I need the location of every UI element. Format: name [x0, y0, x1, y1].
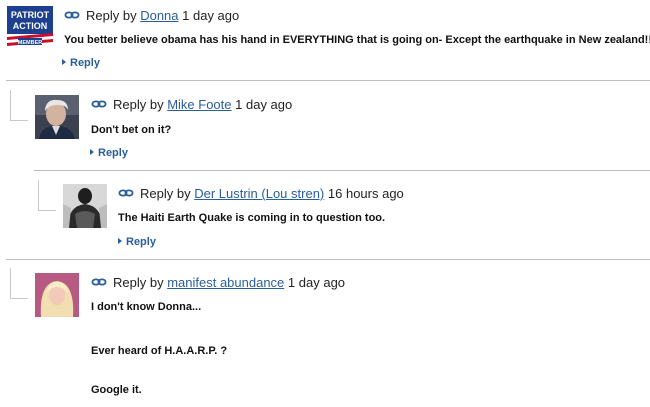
reply-by-label: Reply by [86, 8, 137, 23]
reply-button[interactable]: Reply [62, 57, 100, 69]
svg-text:MEMBER: MEMBER [18, 40, 42, 46]
reply-by-label: Reply by [140, 186, 191, 201]
comment-time: 1 day ago [182, 8, 240, 23]
avatar[interactable] [35, 273, 79, 317]
author-link[interactable]: Mike Foote [167, 97, 231, 112]
chain-link-icon [118, 189, 134, 197]
comment-text: You better believe obama has his hand in… [64, 34, 650, 46]
reply-label: Reply [98, 147, 128, 159]
comment-meta: Reply by Der Lustrin (Lou stren) 16 hour… [118, 186, 404, 201]
thread-tick [10, 298, 28, 299]
user-photo-icon [35, 273, 79, 317]
chain-link-icon [91, 278, 107, 286]
reply-label: Reply [70, 57, 100, 69]
comment-meta: Reply by Donna 1 day ago [64, 8, 239, 23]
reply-button[interactable]: Reply [118, 236, 156, 248]
avatar[interactable]: PATRIOT ACTION MEMBER [7, 6, 53, 48]
comment-time: 16 hours ago [327, 186, 404, 201]
comment-text: I don't know Donna... [91, 301, 202, 313]
comment-text: The Haiti Earth Quake is coming in to qu… [118, 212, 386, 224]
comment-text: Ever heard of H.A.A.R.P. ? [91, 345, 228, 357]
author-link[interactable]: manifest abundance [167, 275, 284, 290]
svg-text:PATRIOT: PATRIOT [11, 10, 50, 20]
comment-divider [34, 170, 650, 171]
thread-line [10, 90, 11, 120]
author-link[interactable]: Donna [140, 8, 178, 23]
triangle-right-icon [90, 149, 94, 155]
svg-text:ACTION: ACTION [13, 21, 48, 31]
author-link[interactable]: Der Lustrin (Lou stren) [194, 186, 324, 201]
chain-link-icon [91, 100, 107, 108]
avatar[interactable] [63, 184, 107, 228]
thread-line [38, 180, 39, 210]
thread-line [10, 268, 11, 298]
comment-time: 1 day ago [235, 97, 293, 112]
avatar[interactable] [35, 95, 79, 139]
user-photo-icon [63, 184, 107, 228]
comment-text: Google it. [91, 384, 142, 396]
comment-divider [6, 259, 650, 260]
thread-tick [38, 210, 56, 211]
comment-meta: Reply by manifest abundance 1 day ago [91, 275, 345, 290]
reply-label: Reply [126, 236, 156, 248]
thread-tick [10, 120, 28, 121]
reply-by-label: Reply by [113, 97, 164, 112]
comment-time: 1 day ago [287, 275, 346, 290]
patriot-action-badge-icon: PATRIOT ACTION MEMBER [7, 6, 53, 48]
reply-button[interactable]: Reply [90, 147, 128, 159]
user-photo-icon [35, 95, 79, 139]
triangle-right-icon [118, 238, 122, 244]
reply-by-label: Reply by [113, 275, 164, 290]
chain-link-icon [64, 11, 80, 19]
comment-divider [6, 80, 650, 81]
comment-meta: Reply by Mike Foote 1 day ago [91, 97, 292, 112]
triangle-right-icon [62, 59, 66, 65]
comment-text: Don't bet on it? [91, 124, 172, 136]
